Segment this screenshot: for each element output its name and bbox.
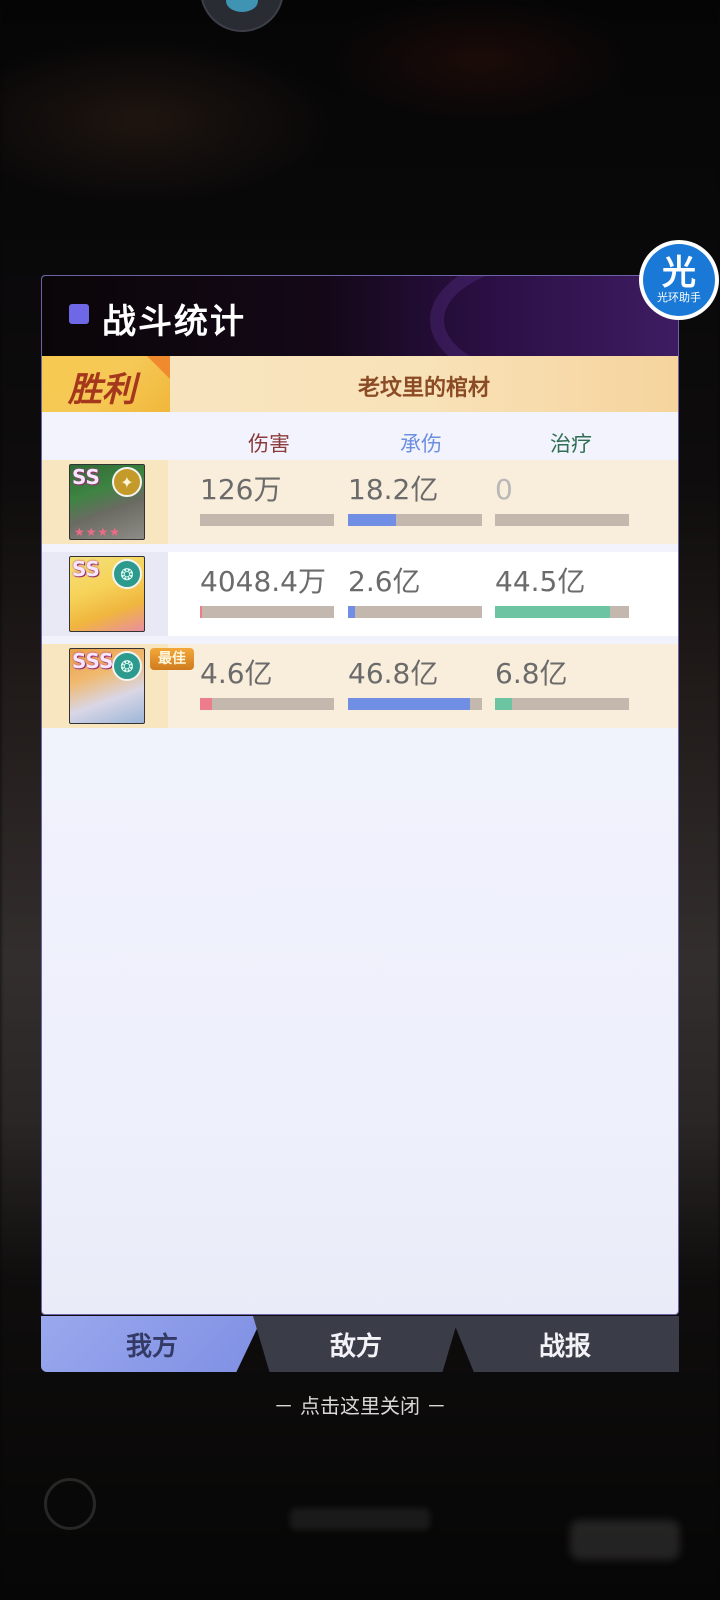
battle-stats-panel: 战斗统计 胜利 老坟里的棺材 伤害 承伤 治疗 SS ✦ ★★★★ 126万 1… [41, 275, 679, 1315]
avatar-cell: SS ❂ [42, 552, 168, 636]
rank-label: SS [72, 465, 100, 489]
damage-stat: 4048.4万 [200, 564, 334, 618]
heal-value: 44.5亿 [495, 565, 586, 598]
taken-bar [348, 606, 482, 618]
taken-value: 18.2亿 [348, 473, 439, 506]
tab-enemy[interactable]: 敌方 [253, 1316, 459, 1372]
rank-label: SS [72, 557, 100, 581]
taken-bar [348, 698, 482, 710]
blurred-button-icon [44, 1478, 96, 1530]
wind-element-icon: ❂ [112, 651, 142, 681]
result-label: 胜利 [68, 370, 136, 410]
taken-value: 46.8亿 [348, 657, 439, 690]
damage-bar [200, 606, 334, 618]
assistant-label: 光环助手 [657, 291, 701, 304]
heal-value: 0 [495, 473, 513, 506]
rank-label: SSS [72, 649, 114, 673]
damage-bar-fill [200, 698, 213, 710]
star-rating: ★★★★ [74, 525, 122, 539]
heal-stat: 6.8亿 [495, 656, 629, 710]
heal-bar-fill [495, 606, 611, 618]
blurred-text [290, 1508, 430, 1530]
heal-stat: 0 [495, 472, 629, 526]
damage-bar [200, 698, 334, 710]
damage-value: 126万 [200, 473, 282, 506]
taken-stat: 18.2亿 [348, 472, 482, 526]
assistant-glyph: 光 [662, 253, 696, 293]
panel-header: 战斗统计 [42, 276, 678, 394]
heal-bar [495, 606, 629, 618]
damage-bar-fill [200, 606, 202, 618]
blurred-element [570, 1520, 680, 1560]
taken-value: 2.6亿 [348, 565, 421, 598]
taken-bar-fill [348, 606, 355, 618]
avatar[interactable]: SS ✦ ★★★★ [69, 464, 145, 540]
heal-bar-fill [495, 698, 513, 710]
damage-value: 4.6亿 [200, 657, 273, 690]
heal-stat: 44.5亿 [495, 564, 629, 618]
table-row[interactable]: SS ✦ ★★★★ 126万 18.2亿 0 [42, 460, 678, 544]
taken-stat: 46.8亿 [348, 656, 482, 710]
assistant-button[interactable]: 光 光环助手 [639, 240, 719, 320]
best-badge: 最佳 [150, 648, 194, 670]
damage-stat: 4.6亿 [200, 656, 334, 710]
column-taken: 承伤 [400, 432, 442, 456]
result-bar: 胜利 老坟里的棺材 [42, 356, 678, 412]
tab-report[interactable]: 战报 [451, 1316, 679, 1372]
taken-bar [348, 514, 482, 526]
header-square-icon [69, 304, 89, 324]
wind-element-icon: ❂ [112, 559, 142, 589]
avatar-cell: SS ✦ ★★★★ [42, 460, 168, 544]
damage-value: 4048.4万 [200, 565, 326, 598]
tab-bar: 我方 敌方 战报 [41, 1316, 679, 1372]
taken-bar-fill [348, 698, 470, 710]
avatar[interactable]: SSS ❂ [69, 648, 145, 724]
damage-stat: 126万 [200, 472, 334, 526]
column-heal: 治疗 [550, 432, 592, 456]
column-damage: 伤害 [248, 432, 290, 456]
panel-title: 战斗统计 [102, 302, 246, 342]
heal-bar [495, 698, 629, 710]
avatar[interactable]: SS ❂ [69, 556, 145, 632]
taken-stat: 2.6亿 [348, 564, 482, 618]
heal-bar [495, 514, 629, 526]
close-hint[interactable]: － 点击这里关闭 － [0, 1390, 720, 1419]
table-row[interactable]: SSS ❂ 最佳 4.6亿 46.8亿 6.8亿 [42, 644, 678, 728]
heal-value: 6.8亿 [495, 657, 568, 690]
table-row[interactable]: SS ❂ 4048.4万 2.6亿 44.5亿 [42, 552, 678, 636]
taken-bar-fill [348, 514, 397, 526]
opponent-name: 老坟里的棺材 [357, 375, 490, 401]
cross-element-icon: ✦ [112, 467, 142, 497]
assistant-icon: 光 光环助手 [643, 244, 715, 316]
damage-bar [200, 514, 334, 526]
tab-mine[interactable]: 我方 [41, 1316, 263, 1372]
